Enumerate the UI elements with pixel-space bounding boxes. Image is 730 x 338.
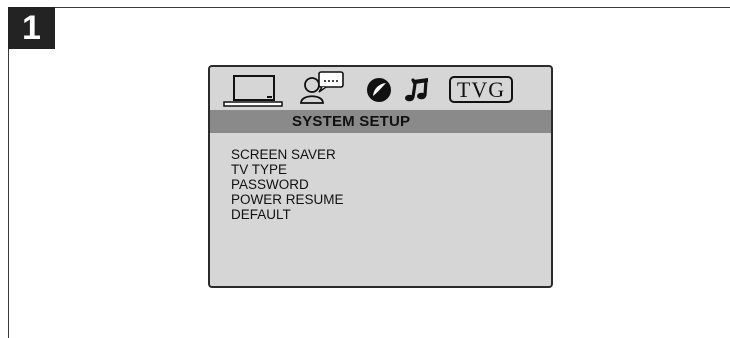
top-border-rule <box>8 7 730 8</box>
menu-title: SYSTEM SETUP <box>292 113 411 130</box>
left-border-rule <box>8 7 9 338</box>
menu-item-default[interactable]: DEFAULT <box>231 207 344 222</box>
system-setup-icon[interactable] <box>222 74 284 113</box>
step-number-badge: 1 <box>8 7 55 49</box>
menu-header-bar: SYSTEM SETUP <box>210 110 551 133</box>
setup-options-list: SCREEN SAVER TV TYPE PASSWORD POWER RESU… <box>231 147 344 222</box>
menu-item-tv-type[interactable]: TV TYPE <box>231 162 344 177</box>
language-setup-icon[interactable] <box>298 69 348 114</box>
audio-setup-icon[interactable] <box>402 75 432 110</box>
setup-menu-panel: TVG SYSTEM SETUP SCREEN SAVER TV TYPE PA… <box>208 65 553 288</box>
video-setup-icon[interactable] <box>364 75 394 110</box>
menu-item-screen-saver[interactable]: SCREEN SAVER <box>231 147 344 162</box>
menu-item-password[interactable]: PASSWORD <box>231 177 344 192</box>
rating-setup-icon[interactable]: TVG <box>449 76 513 103</box>
setup-tab-icon-row: TVG <box>210 67 551 109</box>
menu-item-power-resume[interactable]: POWER RESUME <box>231 192 344 207</box>
